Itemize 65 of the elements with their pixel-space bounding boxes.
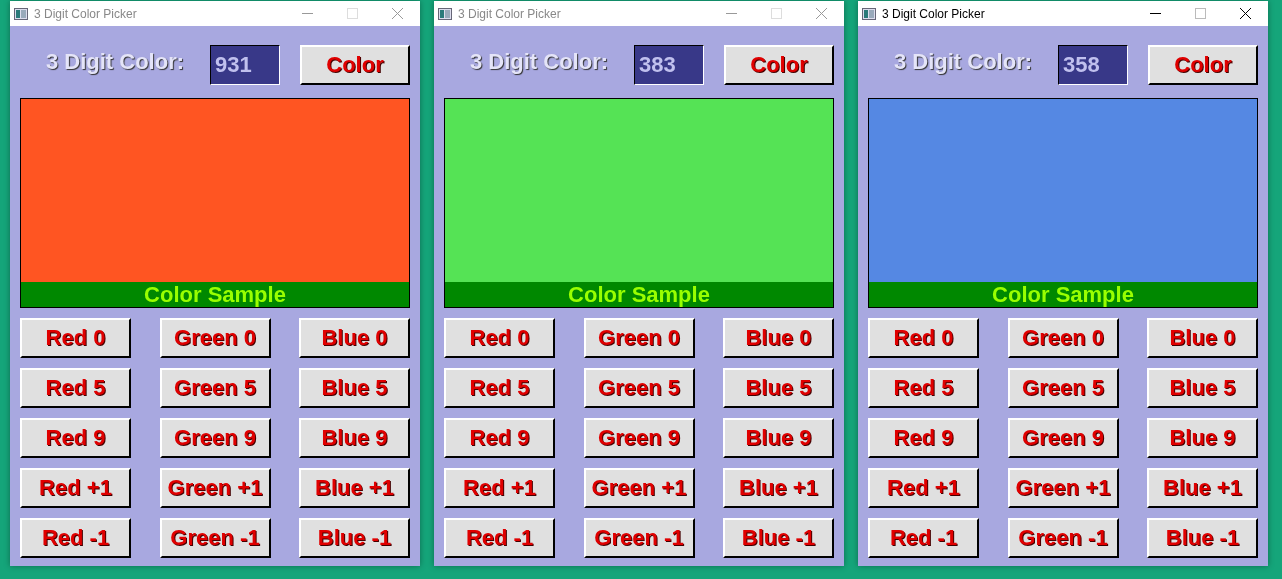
color-adjust-button[interactable]: Green 0 [159,318,271,358]
color-adjust-button[interactable]: Blue +1 [299,468,410,508]
color-adjust-button[interactable]: Red 0 [20,318,131,358]
color-adjust-button[interactable]: Blue 9 [723,418,834,458]
color-adjust-button[interactable]: Red -1 [868,518,979,558]
app-icon [438,7,452,20]
color-label: 3 Digit Color: [468,49,610,75]
app-icon [14,7,28,20]
window-title: 3 Digit Color Picker [458,6,562,21]
color-adjust-button[interactable]: Green -1 [1007,518,1119,558]
color-adjust-button[interactable]: Red 5 [20,368,131,408]
color-adjust-button[interactable]: Blue +1 [723,468,834,508]
color-adjust-button[interactable]: Red 0 [868,318,979,358]
close-icon[interactable] [1240,8,1251,19]
color-adjust-button[interactable]: Red 9 [444,418,555,458]
color-adjust-button[interactable]: Green 5 [159,368,271,408]
window-title: 3 Digit Color Picker [34,6,138,21]
color-adjust-button[interactable]: Red 9 [868,418,979,458]
color-adjust-button[interactable]: Red +1 [444,468,555,508]
color-adjust-button[interactable]: Red 0 [444,318,555,358]
sample-label: Color Sample [445,282,833,307]
color-adjust-button[interactable]: Blue 0 [299,318,410,358]
color-adjust-button[interactable]: Green 9 [583,418,695,458]
color-adjust-button[interactable]: Blue -1 [299,518,410,558]
color-code-field[interactable]: 383 [634,45,704,85]
color-adjust-button[interactable]: Green +1 [1007,468,1119,508]
app-icon [862,7,876,20]
color-code-field[interactable]: 931 [210,45,280,85]
color-adjust-button[interactable]: Blue -1 [723,518,834,558]
color-adjust-button[interactable]: Red -1 [444,518,555,558]
color-adjust-button[interactable]: Green 5 [1007,368,1119,408]
color-adjust-button[interactable]: Green 9 [1007,418,1119,458]
color-adjust-button[interactable]: Red 5 [444,368,555,408]
color-adjust-button[interactable]: Red +1 [20,468,131,508]
color-adjust-button[interactable]: Green +1 [159,468,271,508]
color-code-field[interactable]: 358 [1058,45,1128,85]
color-adjust-button[interactable]: Green -1 [583,518,695,558]
color-button[interactable]: Color [1148,45,1258,85]
color-adjust-button[interactable]: Green 5 [583,368,695,408]
color-adjust-button[interactable]: Green 0 [583,318,695,358]
color-adjust-button[interactable]: Blue 0 [1147,318,1258,358]
color-adjust-button[interactable]: Red 5 [868,368,979,408]
window-title: 3 Digit Color Picker [882,6,986,21]
maximize-icon[interactable] [1195,8,1206,19]
color-adjust-button[interactable]: Blue -1 [1147,518,1258,558]
color-adjust-button[interactable]: Green 0 [1007,318,1119,358]
sample-label: Color Sample [21,282,409,307]
color-adjust-button[interactable]: Blue +1 [1147,468,1258,508]
color-adjust-button[interactable]: Red -1 [20,518,131,558]
color-adjust-button[interactable]: Blue 9 [299,418,410,458]
color-adjust-button[interactable]: Blue 0 [723,318,834,358]
color-label: 3 Digit Color: [44,49,186,75]
color-button[interactable]: Color [300,45,410,85]
color-adjust-button[interactable]: Blue 5 [299,368,410,408]
sample-label: Color Sample [869,282,1257,307]
color-adjust-button[interactable]: Green -1 [159,518,271,558]
color-adjust-button[interactable]: Blue 5 [723,368,834,408]
color-adjust-button[interactable]: Green +1 [583,468,695,508]
color-adjust-button[interactable]: Blue 9 [1147,418,1258,458]
color-adjust-button[interactable]: Green 9 [159,418,271,458]
color-adjust-button[interactable]: Blue 5 [1147,368,1258,408]
color-adjust-button[interactable]: Red +1 [868,468,979,508]
color-button[interactable]: Color [724,45,834,85]
color-label: 3 Digit Color: [892,49,1034,75]
color-adjust-button[interactable]: Red 9 [20,418,131,458]
